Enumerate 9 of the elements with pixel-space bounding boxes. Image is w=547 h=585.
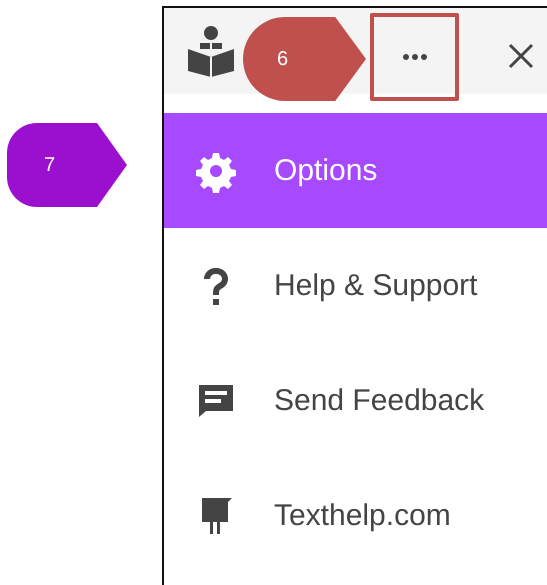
close-icon — [507, 42, 535, 70]
menu-item[interactable]: Send Feedback — [164, 343, 547, 458]
reader-logo-icon — [186, 25, 236, 77]
more-icon — [402, 53, 428, 61]
menu-item[interactable]: Options — [164, 113, 547, 228]
menu-item[interactable]: Texthelp.com — [164, 458, 547, 573]
menu-item[interactable]: Help & Support — [164, 228, 547, 343]
more-button[interactable] — [370, 13, 459, 101]
callout-marker: 7 — [7, 123, 127, 207]
